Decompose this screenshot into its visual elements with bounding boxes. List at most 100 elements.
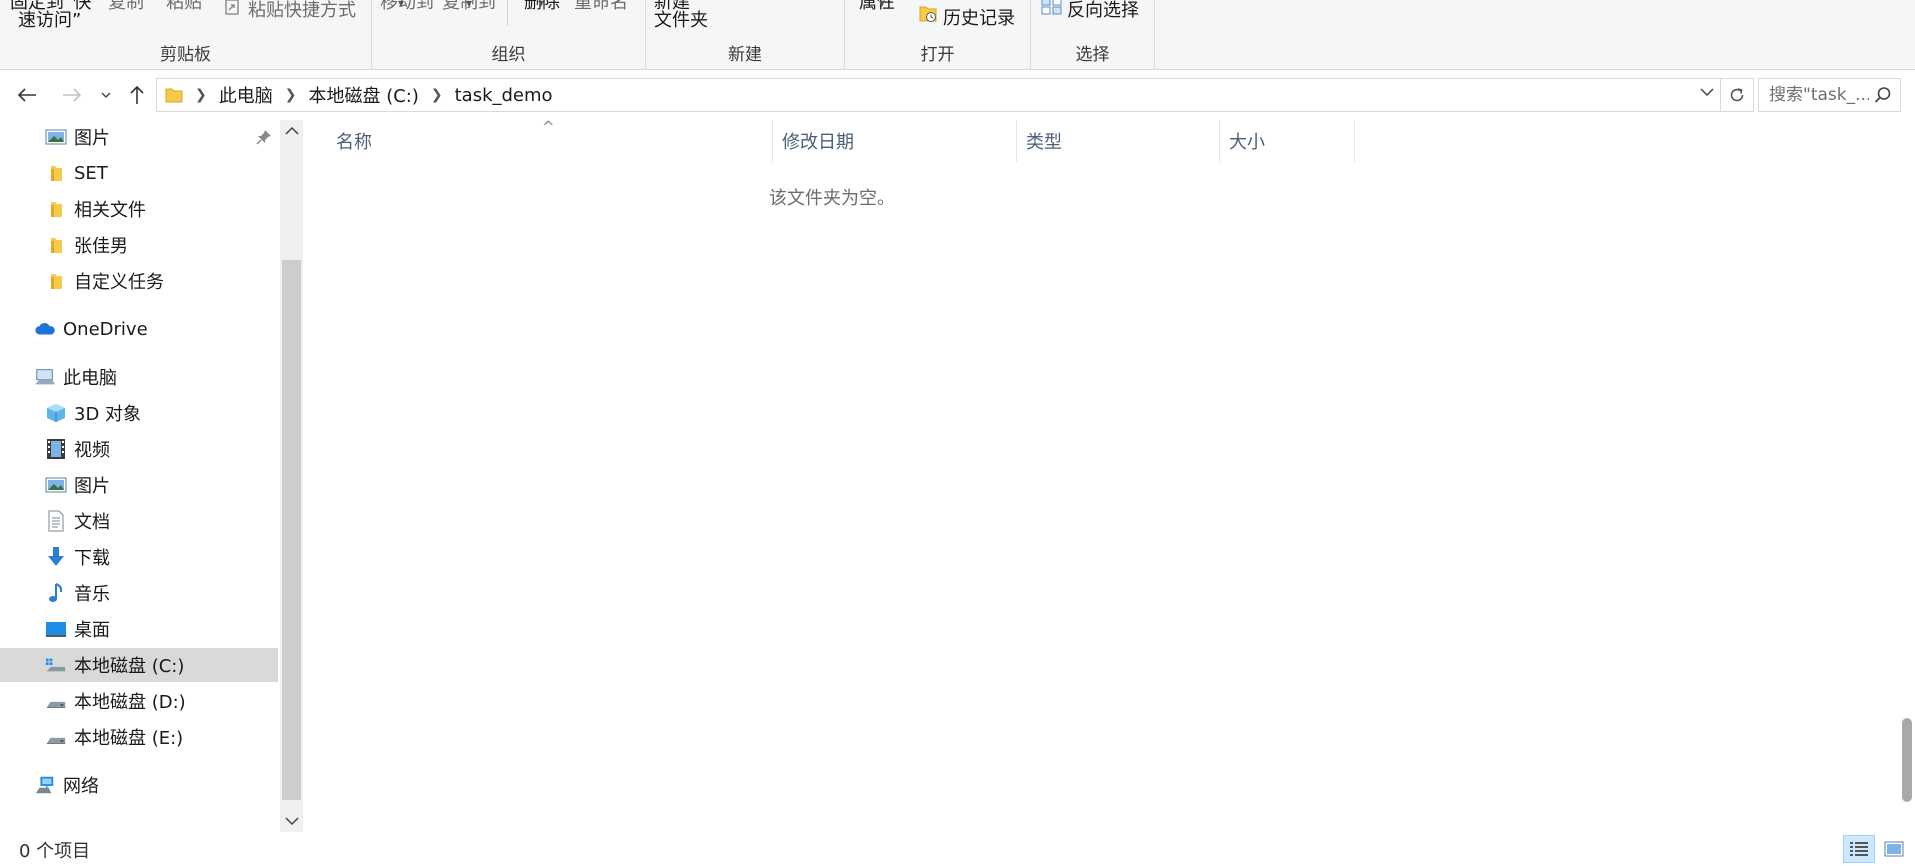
chevron-right-icon[interactable]: ❯	[285, 87, 297, 103]
nav-item-network[interactable]: 网络	[0, 768, 278, 802]
ribbon-group-new: 新建 文件夹 新建	[646, 0, 845, 69]
rename-button-partial[interactable]: 重命名	[574, 0, 628, 14]
paste-shortcut-button[interactable]: 粘贴快捷方式	[248, 0, 356, 22]
nav-item-pictures[interactable]: 图片	[0, 468, 278, 502]
navigation-pane: 图片 SET 相关文件 张佳男 自定义任务 OneDrive 此电脑 3D 对象…	[0, 120, 280, 830]
copy-button-partial[interactable]: 复制	[108, 0, 144, 14]
ribbon-group-title-new: 新建	[728, 45, 762, 65]
nav-item-music[interactable]: 音乐	[0, 576, 278, 610]
move-to-button-partial[interactable]: 移动到	[380, 0, 434, 14]
ribbon-group-title-select: 选择	[1075, 45, 1110, 65]
onedrive-icon	[34, 318, 56, 340]
nav-item-drive-d[interactable]: 本地磁盘 (D:)	[0, 684, 278, 718]
documents-icon	[45, 510, 67, 532]
nav-item-onedrive[interactable]: OneDrive	[0, 312, 278, 346]
column-header-size[interactable]: 大小	[1220, 120, 1355, 162]
invert-selection-button[interactable]: 反向选择	[1067, 0, 1139, 22]
nav-item-downloads[interactable]: 下载	[0, 540, 278, 574]
delete-dropdown-caret[interactable]: ▾	[538, 0, 544, 10]
navigation-pane-scrollbar[interactable]	[280, 120, 303, 832]
search-input[interactable]	[1759, 79, 1869, 111]
copy-to-dropdown-caret[interactable]: ▾	[466, 0, 472, 10]
invert-selection-icon	[1041, 0, 1062, 15]
empty-folder-message: 该文件夹为空。	[769, 188, 895, 209]
nav-item-pictures-quick[interactable]: 图片	[0, 120, 278, 154]
nav-item-desktop[interactable]: 桌面	[0, 612, 278, 646]
scroll-down-button[interactable]	[280, 810, 303, 832]
folder-icon	[45, 270, 67, 292]
nav-item-folder-related-files[interactable]: 相关文件	[0, 192, 278, 226]
nav-item-folder-zhangjianan[interactable]: 张佳男	[0, 228, 278, 262]
forward-button[interactable]	[58, 81, 86, 109]
music-icon	[45, 582, 67, 604]
details-view-icon	[1850, 842, 1868, 856]
paste-shortcut-icon	[225, 0, 239, 15]
drive-icon	[45, 690, 67, 712]
arrow-up-icon	[130, 85, 144, 104]
nav-item-drive-e[interactable]: 本地磁盘 (E:)	[0, 720, 278, 754]
content-scrollbar-thumb[interactable]	[1902, 718, 1912, 802]
refresh-icon	[1730, 88, 1743, 102]
ribbon-group-title-clipboard: 剪贴板	[160, 45, 211, 65]
item-count: 0 个项目	[19, 841, 91, 862]
pictures-icon	[45, 474, 67, 496]
desktop-icon	[45, 618, 67, 640]
arrow-left-icon	[17, 88, 36, 102]
status-bar: 0 个项目	[0, 832, 1915, 866]
search-icon[interactable]	[1874, 86, 1892, 104]
ribbon-group-organize: 移动到 复制到 ▾ ▾ 删除 ▾ 重命名 组织	[372, 0, 646, 69]
address-row: ❯ 此电脑 ❯ 本地磁盘 (C:) ❯ task_demo	[0, 71, 1915, 119]
chevron-down-icon	[101, 92, 111, 98]
column-header-date-modified[interactable]: 修改日期	[773, 120, 1017, 162]
nav-item-folder-custom-tasks[interactable]: 自定义任务	[0, 264, 278, 298]
column-header-name[interactable]: 名称	[327, 120, 773, 162]
folder-icon	[45, 162, 67, 184]
recent-locations-button[interactable]	[93, 81, 119, 109]
scroll-up-button[interactable]	[280, 120, 303, 142]
chevron-right-icon[interactable]: ❯	[431, 87, 443, 103]
nav-item-folder-set[interactable]: SET	[0, 156, 278, 190]
up-button[interactable]	[123, 81, 151, 109]
address-bar[interactable]: ❯ 此电脑 ❯ 本地磁盘 (C:) ❯ task_demo	[156, 78, 1721, 112]
chevron-down-icon	[284, 817, 299, 826]
downloads-icon	[45, 546, 67, 568]
drive-c-icon	[45, 654, 67, 676]
large-icons-view-button[interactable]	[1878, 835, 1910, 863]
pin-quick-access-button-line2[interactable]: 速访问”	[18, 6, 81, 32]
details-view-button[interactable]	[1843, 835, 1875, 863]
breadcrumb-this-pc[interactable]: 此电脑	[219, 82, 273, 108]
ribbon-group-title-open: 打开	[920, 45, 955, 65]
address-history-dropdown[interactable]	[1700, 85, 1714, 101]
paste-button-partial[interactable]: 粘贴	[166, 0, 202, 14]
chevron-right-icon[interactable]: ❯	[195, 87, 207, 103]
breadcrumb: ❯ 此电脑 ❯ 本地磁盘 (C:) ❯ task_demo	[165, 79, 553, 111]
properties-dropdown-caret[interactable]: ▾	[879, 0, 885, 10]
ribbon-group-clipboard: 固定到“快 速访问” 复制 粘贴 粘贴快捷方式 剪贴板	[0, 0, 372, 69]
pin-icon[interactable]	[256, 129, 272, 145]
history-icon	[919, 6, 937, 22]
file-list[interactable]: ^ 名称 修改日期 类型 大小 该文件夹为空。	[303, 118, 1915, 832]
network-icon	[34, 774, 56, 796]
ribbon-group-title-organize: 组织	[491, 45, 526, 65]
drive-icon	[45, 726, 67, 748]
nav-item-drive-c[interactable]: 本地磁盘 (C:)	[0, 648, 278, 682]
nav-item-this-pc[interactable]: 此电脑	[0, 360, 278, 394]
move-to-dropdown-caret[interactable]: ▾	[398, 0, 404, 10]
breadcrumb-task-demo[interactable]: task_demo	[455, 85, 553, 106]
nav-item-3d-objects[interactable]: 3D 对象	[0, 396, 278, 430]
properties-button-partial[interactable]: 属性	[859, 0, 895, 14]
folder-icon	[45, 198, 67, 220]
nav-item-videos[interactable]: 视频	[0, 432, 278, 466]
arrow-right-icon	[63, 88, 82, 102]
column-header-type[interactable]: 类型	[1017, 120, 1220, 162]
large-icons-view-icon	[1884, 841, 1904, 857]
pictures-icon	[45, 126, 67, 148]
breadcrumb-drive-c[interactable]: 本地磁盘 (C:)	[308, 82, 418, 108]
nav-item-documents[interactable]: 文档	[0, 504, 278, 538]
back-button[interactable]	[13, 81, 41, 109]
new-folder-button-line2[interactable]: 文件夹	[654, 6, 708, 32]
this-pc-icon	[34, 366, 56, 388]
refresh-button[interactable]	[1720, 78, 1754, 112]
scrollbar-thumb[interactable]	[282, 260, 301, 800]
history-button[interactable]: 历史记录	[943, 4, 1015, 30]
